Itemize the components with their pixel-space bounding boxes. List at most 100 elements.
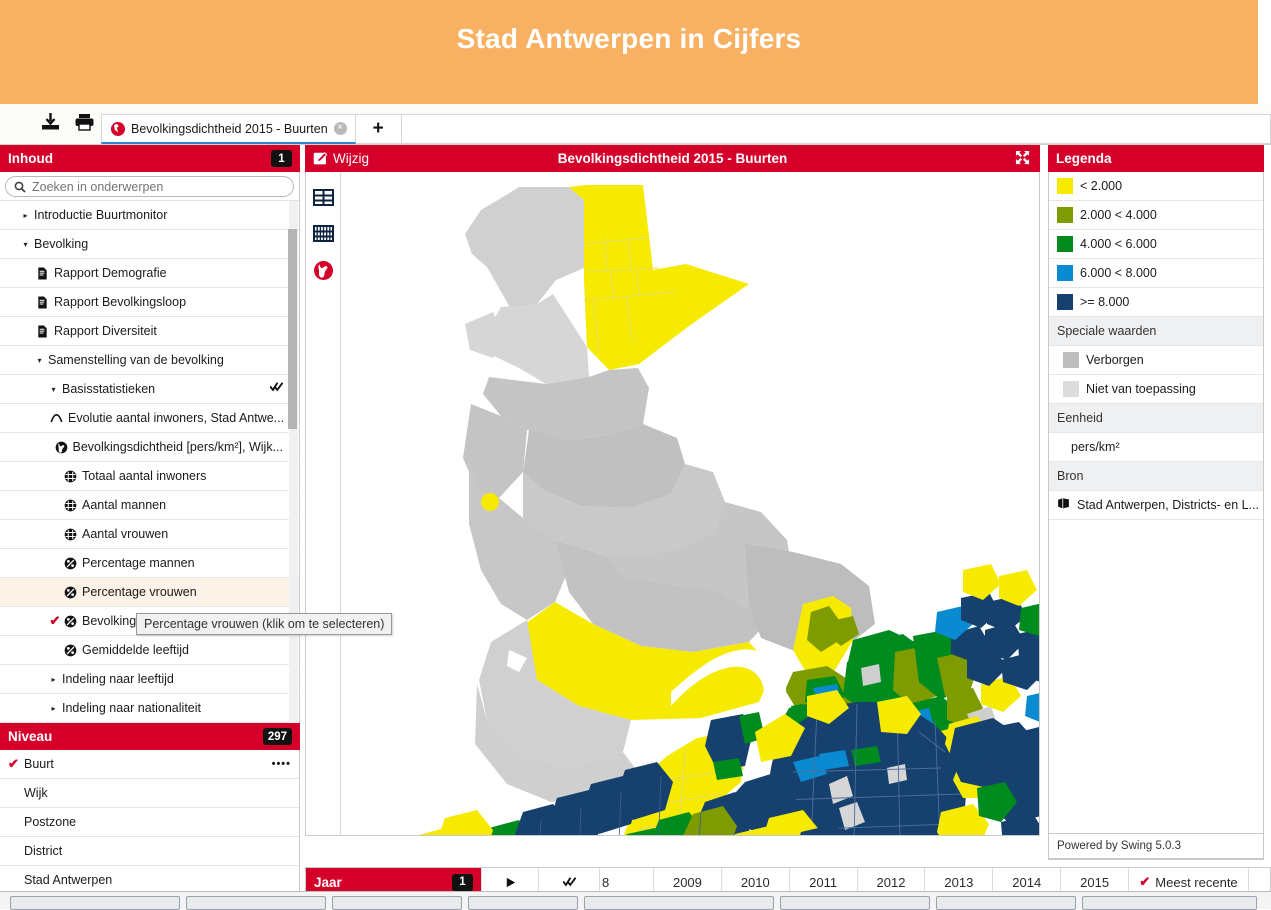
- legend-class-4[interactable]: >= 8.000: [1049, 288, 1263, 317]
- tree-item-10[interactable]: Aantal mannen: [0, 491, 299, 520]
- search-input[interactable]: [30, 178, 285, 195]
- table-view-icon[interactable]: [312, 187, 334, 209]
- line-chart-icon: [50, 413, 63, 422]
- tree-scrollbar-thumb[interactable]: [288, 229, 297, 429]
- tree-item-label: Samenstelling van de bevolking: [48, 353, 224, 367]
- most-recent-label: Meest recente: [1155, 874, 1238, 890]
- wijzig-button[interactable]: Wijzig: [305, 151, 369, 166]
- legend-label: 2.000 < 4.000: [1080, 208, 1157, 222]
- taskbar-item[interactable]: [332, 896, 462, 910]
- niveau-panel-header: Niveau 297: [0, 723, 300, 750]
- workspace: Inhoud 1 ▸Introductie Buurtmonitor▾Bevol…: [0, 145, 1271, 897]
- legend-label: >= 8.000: [1080, 295, 1130, 309]
- tree-item-16[interactable]: ▸ Indeling naar leeftijd: [0, 665, 299, 694]
- time-label-text: Jaar: [314, 874, 342, 890]
- tree-item-3[interactable]: Rapport Bevolkingsloop: [0, 288, 299, 317]
- count-icon: [64, 499, 77, 511]
- tree-item-label: Basisstatistieken: [62, 382, 156, 396]
- print-icon[interactable]: [73, 111, 95, 133]
- tree-item-17[interactable]: ▸ Indeling naar nationaliteit: [0, 694, 299, 723]
- niveau-item-1[interactable]: Wijk: [0, 779, 299, 808]
- niveau-item-label: Postzone: [24, 815, 77, 829]
- tree-item-7[interactable]: Evolutie aantal inwoners, Stad Antwe...: [0, 404, 299, 433]
- legend-section-source: Bron: [1049, 462, 1263, 491]
- add-tab-button[interactable]: +: [355, 114, 402, 144]
- percent-icon: [62, 615, 79, 628]
- search-box[interactable]: [5, 176, 294, 197]
- report-icon: [38, 325, 47, 337]
- close-icon[interactable]: ×: [333, 122, 347, 135]
- report-icon: [38, 267, 47, 279]
- globe-icon: [55, 441, 67, 453]
- search-icon: [14, 181, 26, 193]
- niveau-item-0[interactable]: ✔ Buurt ••••: [0, 750, 299, 779]
- legend-class-0[interactable]: < 2.000: [1049, 172, 1263, 201]
- map-tool-rail: [306, 172, 341, 835]
- legend-swatch: [1057, 236, 1073, 252]
- tree-item-0[interactable]: ▸ Introductie Buurtmonitor: [0, 201, 299, 230]
- table-chart-view-icon[interactable]: [312, 223, 334, 245]
- percent-icon: [64, 644, 77, 656]
- niveau-item-3[interactable]: District: [0, 837, 299, 866]
- taskbar-item[interactable]: [936, 896, 1076, 910]
- tree-item-1[interactable]: ▾ Bevolking: [0, 230, 299, 259]
- taskbar-item[interactable]: [780, 896, 930, 910]
- legend-class-3[interactable]: 6.000 < 8.000: [1049, 259, 1263, 288]
- chevron-right-icon[interactable]: ▸: [48, 704, 59, 713]
- tab-bevolkingsdichtheid[interactable]: Bevolkingsdichtheid 2015 - Buurten ×: [101, 114, 356, 144]
- tree-item-12[interactable]: Percentage mannen: [0, 549, 299, 578]
- taskbar-item[interactable]: [584, 896, 774, 910]
- niveau-item-label: Wijk: [24, 786, 48, 800]
- tree-item-5[interactable]: ▾ Samenstelling van de bevolking: [0, 346, 299, 375]
- tab-strip-empty-area: [401, 114, 1271, 144]
- legend-label: 4.000 < 6.000: [1080, 237, 1157, 251]
- multi-select-icon: [562, 876, 576, 887]
- taskbar-item[interactable]: [468, 896, 578, 910]
- tree-item-13[interactable]: Percentage vrouwen: [0, 578, 299, 607]
- inhoud-badge: 1: [271, 150, 292, 167]
- legend-unit-value: pers/km²: [1049, 433, 1263, 462]
- chevron-right-icon[interactable]: ▸: [48, 675, 59, 684]
- percent-icon: [62, 644, 79, 657]
- hamburger-icon[interactable]: [6, 111, 27, 133]
- map-view-icon[interactable]: [312, 259, 334, 281]
- map-canvas[interactable]: [341, 172, 1039, 835]
- tree-item-2[interactable]: Rapport Demografie: [0, 259, 299, 288]
- inhoud-title: Inhoud: [8, 151, 53, 166]
- legend-empty-area: [1049, 520, 1263, 859]
- taskbar-item[interactable]: [10, 896, 180, 910]
- chevron-down-icon[interactable]: ▾: [48, 385, 59, 394]
- legend-class-1[interactable]: 2.000 < 4.000: [1049, 201, 1263, 230]
- tree-item-label: Indeling naar leeftijd: [62, 672, 174, 686]
- legend-title: Legenda: [1056, 151, 1112, 166]
- multi-select-icon[interactable]: [269, 381, 283, 397]
- niveau-item-2[interactable]: Postzone: [0, 808, 299, 837]
- legend-source-value[interactable]: Stad Antwerpen, Districts- en L...: [1049, 491, 1263, 520]
- tree-item-11[interactable]: Aantal vrouwen: [0, 520, 299, 549]
- expand-icon[interactable]: [1015, 150, 1040, 168]
- legend-swatch: [1063, 381, 1079, 397]
- niveau-badge: 297: [262, 728, 292, 745]
- legend-label: 6.000 < 8.000: [1080, 266, 1157, 280]
- legend-class-2[interactable]: 4.000 < 6.000: [1049, 230, 1263, 259]
- percent-icon: [62, 586, 79, 599]
- tree-item-4[interactable]: Rapport Diversiteit: [0, 317, 299, 346]
- book-icon: [1057, 497, 1070, 513]
- tree-item-15[interactable]: Gemiddelde leeftijd: [0, 636, 299, 665]
- inhoud-panel-header: Inhoud 1: [0, 145, 300, 172]
- tree-item-label: Gemiddelde leeftijd: [82, 643, 190, 657]
- tree-item-6[interactable]: ▾ Basisstatistieken: [0, 375, 299, 404]
- tree-item-8[interactable]: Bevolkingsdichtheid [pers/km²], Wijk...: [0, 433, 299, 462]
- chevron-down-icon[interactable]: ▾: [20, 240, 31, 249]
- legend-label: Stad Antwerpen, Districts- en L...: [1077, 498, 1260, 512]
- legend-label: Bron: [1057, 469, 1084, 483]
- tree-item-9[interactable]: Totaal aantal inwoners: [0, 462, 299, 491]
- taskbar-item[interactable]: [1082, 896, 1257, 910]
- niveau-item-menu-icon[interactable]: ••••: [272, 758, 291, 770]
- download-icon[interactable]: [39, 111, 61, 133]
- chevron-down-icon[interactable]: ▾: [34, 356, 45, 365]
- chevron-right-icon[interactable]: ▸: [20, 211, 31, 220]
- taskbar-item[interactable]: [186, 896, 326, 910]
- legend-body: < 2.000 2.000 < 4.000 4.000 < 6.000 6.000 <…: [1048, 172, 1264, 860]
- legend-panel-header: Legenda: [1048, 145, 1264, 172]
